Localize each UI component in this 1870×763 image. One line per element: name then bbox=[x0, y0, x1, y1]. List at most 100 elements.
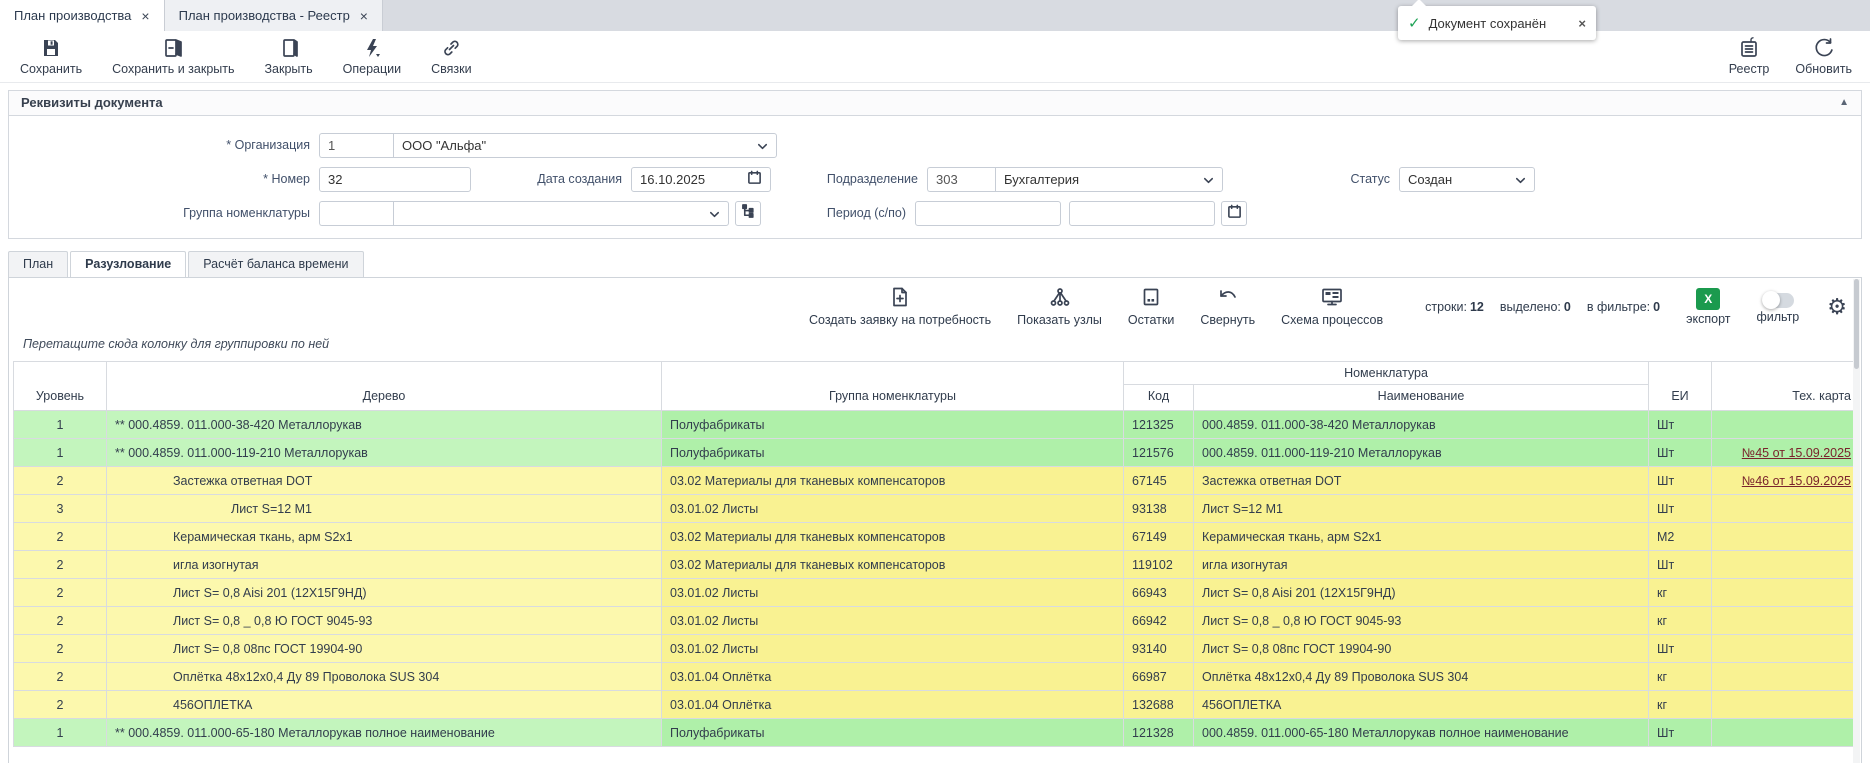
cell-level: 2 bbox=[14, 467, 107, 495]
nomgroup-tree-button[interactable] bbox=[735, 201, 761, 226]
period-calendar-button[interactable] bbox=[1221, 201, 1247, 226]
table-row[interactable]: 2Керамическая ткань, арм S2x103.02 Матер… bbox=[14, 523, 1860, 551]
process-scheme-button[interactable]: Схема процессов bbox=[1281, 286, 1383, 327]
cell-level: 2 bbox=[14, 551, 107, 579]
collapse-caret-icon[interactable]: ▲ bbox=[1839, 97, 1849, 108]
links-button[interactable]: Связки bbox=[431, 37, 471, 76]
filtered-counter: в фильтре:0 bbox=[1587, 300, 1660, 314]
cell-tree: Застежка ответная DOT bbox=[107, 467, 662, 495]
cell-tree: Лист S=12 М1 bbox=[107, 495, 662, 523]
org-select[interactable]: ООО "Альфа" bbox=[393, 133, 777, 158]
col-name[interactable]: Наименование bbox=[1194, 385, 1649, 411]
nodes-icon bbox=[1049, 286, 1071, 311]
cell-name: Керамическая ткань, арм S2x1 bbox=[1194, 523, 1649, 551]
status-label: Статус bbox=[1223, 172, 1399, 186]
export-button[interactable]: X экспорт bbox=[1686, 288, 1730, 326]
toggle-off-icon[interactable] bbox=[1762, 293, 1794, 308]
status-select[interactable]: Создан bbox=[1399, 167, 1535, 192]
col-code[interactable]: Код bbox=[1124, 385, 1194, 411]
close-button[interactable]: Закрыть bbox=[265, 37, 313, 76]
registry-button[interactable]: Реестр bbox=[1729, 37, 1770, 76]
table-row[interactable]: 2Лист S= 0,8 _ 0,8 Ю ГОСТ 9045-9303.01.0… bbox=[14, 607, 1860, 635]
tree-icon bbox=[741, 204, 756, 222]
department-code-field[interactable]: 303 bbox=[927, 167, 995, 192]
window-tab-plan-registry[interactable]: План производства - Реестр × bbox=[165, 0, 383, 31]
collapse-button[interactable]: Свернуть bbox=[1200, 286, 1255, 327]
calendar-icon[interactable] bbox=[747, 170, 762, 188]
save-and-close-button[interactable]: Сохранить и закрыть bbox=[112, 37, 234, 76]
cell-unit: Шт bbox=[1649, 551, 1712, 579]
tab-time-balance[interactable]: Расчёт баланса времени bbox=[188, 251, 363, 277]
table-row[interactable]: 2Лист S= 0,8 Aisi 201 (12Х15Г9НД)03.01.0… bbox=[14, 579, 1860, 607]
table-row[interactable]: 1** 000.4859. 011.000-119-210 Металлорук… bbox=[14, 439, 1860, 467]
cell-unit: Шт bbox=[1649, 411, 1712, 439]
scrollbar-thumb[interactable] bbox=[1854, 279, 1859, 369]
table-row[interactable]: 2игла изогнутая03.02 Материалы для ткане… bbox=[14, 551, 1860, 579]
nomgroup-select[interactable] bbox=[393, 201, 729, 226]
create-demand-request-button[interactable]: Создать заявку на потребность bbox=[809, 286, 991, 327]
tab-plan[interactable]: План bbox=[8, 251, 68, 277]
cell-tree: Лист S= 0,8 _ 0,8 Ю ГОСТ 9045-93 bbox=[107, 607, 662, 635]
org-label: * Организация bbox=[9, 138, 319, 152]
cell-code: 121325 bbox=[1124, 411, 1194, 439]
operations-button[interactable]: Операции bbox=[343, 37, 401, 76]
cell-techcard bbox=[1712, 635, 1860, 663]
table-row[interactable]: 2Оплётка 48х12х0,4 Ду 89 Проволока SUS 3… bbox=[14, 663, 1860, 691]
table-row[interactable]: 2Застежка ответная DOT03.02 Материалы дл… bbox=[14, 467, 1860, 495]
window-tab-plan[interactable]: План производства × bbox=[0, 0, 165, 31]
table-row[interactable]: 1** 000.4859. 011.000-65-180 Металлорука… bbox=[14, 719, 1860, 747]
col-nomenclature[interactable]: Номенклатура bbox=[1124, 362, 1649, 385]
requisites-header[interactable]: Реквизиты документа ▲ bbox=[9, 91, 1861, 116]
save-button[interactable]: Сохранить bbox=[20, 37, 82, 76]
requisites-form: * Организация 1 ООО "Альфа" * Номер 32 Д… bbox=[9, 116, 1861, 238]
department-select[interactable]: Бухгалтерия bbox=[995, 167, 1223, 192]
cell-unit: кг bbox=[1649, 607, 1712, 635]
table-row[interactable]: 2Лист S= 0,8 08пс ГОСТ 19904-9003.01.02 … bbox=[14, 635, 1860, 663]
techcard-link[interactable]: №45 от 15.09.2025 bbox=[1742, 446, 1851, 460]
cell-techcard bbox=[1712, 719, 1860, 747]
cell-tree: ** 000.4859. 011.000-65-180 Металлорукав… bbox=[107, 719, 662, 747]
tab-razuzlovanie[interactable]: Разузлование bbox=[70, 251, 186, 277]
chevron-down-icon bbox=[756, 140, 769, 156]
cell-code: 121576 bbox=[1124, 439, 1194, 467]
col-unit[interactable]: ЕИ bbox=[1649, 362, 1712, 411]
period-to-field[interactable] bbox=[1069, 201, 1215, 226]
stock-button[interactable]: Остатки bbox=[1128, 286, 1174, 327]
refresh-button[interactable]: Обновить bbox=[1795, 37, 1852, 76]
number-field[interactable]: 32 bbox=[319, 167, 471, 192]
grid-toolbar: Создать заявку на потребность Показать у… bbox=[9, 278, 1861, 333]
col-tree[interactable]: Дерево bbox=[107, 362, 662, 411]
cell-name: 456ОПЛЕТКА bbox=[1194, 691, 1649, 719]
cell-name: 000.4859. 011.000-119-210 Металлорукав bbox=[1194, 439, 1649, 467]
tab-close-icon[interactable]: × bbox=[141, 9, 149, 23]
toast-document-saved: ✓ Документ сохранён × bbox=[1398, 6, 1596, 40]
nomgroup-code-field[interactable] bbox=[319, 201, 393, 226]
table-row[interactable]: 1** 000.4859. 011.000-38-420 Металлорука… bbox=[14, 411, 1860, 439]
close-door-icon bbox=[278, 37, 300, 59]
col-nomgroup[interactable]: Группа номенклатуры bbox=[662, 362, 1124, 411]
cell-unit: кг bbox=[1649, 663, 1712, 691]
toast-message: Документ сохранён bbox=[1429, 16, 1571, 31]
table-row[interactable]: 2456ОПЛЕТКА03.01.04 Оплётка132688456ОПЛЕ… bbox=[14, 691, 1860, 719]
cell-level: 2 bbox=[14, 579, 107, 607]
cell-techcard bbox=[1712, 607, 1860, 635]
show-nodes-button[interactable]: Показать узлы bbox=[1017, 286, 1102, 327]
vertical-scrollbar[interactable] bbox=[1853, 279, 1860, 763]
cell-techcard bbox=[1712, 551, 1860, 579]
gear-icon[interactable]: ⚙ bbox=[1827, 296, 1847, 318]
table-row[interactable]: 3Лист S=12 М103.01.02 Листы93138Лист S=1… bbox=[14, 495, 1860, 523]
cell-nomgroup: 03.01.02 Листы bbox=[662, 635, 1124, 663]
org-code-field[interactable]: 1 bbox=[319, 133, 393, 158]
tab-close-icon[interactable]: × bbox=[360, 9, 368, 23]
techcard-link[interactable]: №46 от 15.09.2025 bbox=[1742, 474, 1851, 488]
doc-plus-icon bbox=[889, 286, 911, 311]
period-from-field[interactable] bbox=[915, 201, 1061, 226]
cell-nomgroup: Полуфабрикаты bbox=[662, 719, 1124, 747]
refresh-icon bbox=[1813, 37, 1835, 59]
toast-close-icon[interactable]: × bbox=[1578, 16, 1586, 31]
filter-toggle[interactable]: фильтр bbox=[1756, 289, 1799, 324]
created-date-field[interactable]: 16.10.2025 bbox=[631, 167, 771, 192]
section-title: Реквизиты документа bbox=[21, 95, 163, 110]
col-techcard[interactable]: Тех. карта bbox=[1712, 362, 1860, 411]
col-level[interactable]: Уровень bbox=[14, 362, 107, 411]
